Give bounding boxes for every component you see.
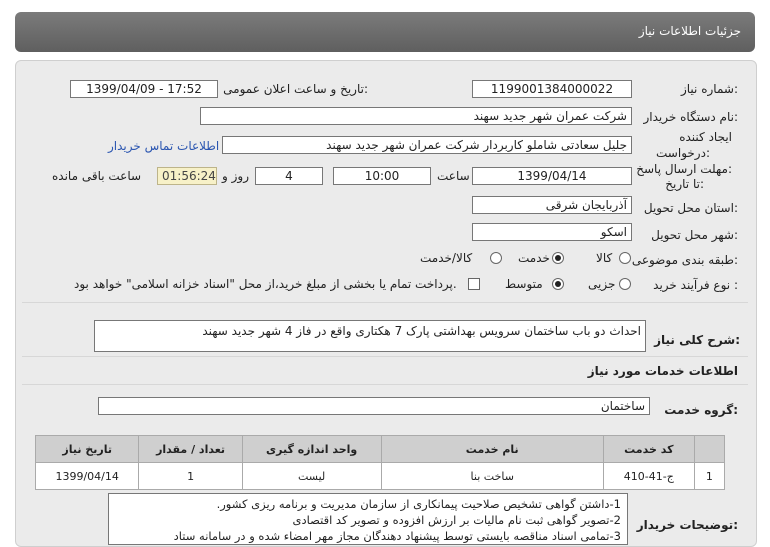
col-header-code: کد خدمت — [602, 435, 695, 463]
announce-label: تاریخ و ساعت اعلان عمومی: — [223, 82, 368, 96]
need-number-label: شماره نیاز: — [680, 82, 738, 96]
days-field[interactable]: 4 — [255, 167, 323, 185]
services-section-title: اطلاعات خدمات مورد نیاز — [587, 364, 738, 378]
summary-field[interactable]: احداث دو باب ساختمان سرویس بهداشتی پارک … — [94, 320, 646, 352]
need-number-field[interactable]: 1199001384000022 — [472, 80, 632, 98]
purchase-label: نوع فرآیند خرید : — [653, 278, 738, 292]
cell-date: 1399/04/14 — [34, 462, 140, 490]
table-row[interactable]: 1 ج-41-410 ساخت بنا لیست 1 1399/04/14 — [34, 462, 726, 490]
days-label: روز و — [222, 169, 249, 183]
col-header-quantity: تعداد / مقدار — [138, 435, 243, 463]
category-service-label: خدمت — [518, 251, 550, 265]
description-line: 3-تمامی اسناد مناقصه بایستی توسط پیشنهاد… — [173, 529, 621, 543]
need-details-page: جزئیات اطلاعات نیاز شماره نیاز: 11990013… — [0, 0, 770, 547]
col-header-unit: واحد اندازه گیری — [241, 435, 382, 463]
cell-code: ج-41-410 — [602, 462, 695, 490]
service-group-label: گروه خدمت: — [664, 403, 738, 417]
col-header-name: نام خدمت — [380, 435, 604, 463]
category-goods-service-radio[interactable] — [490, 252, 502, 264]
treasury-checkbox[interactable] — [468, 278, 480, 290]
buyer-description-box[interactable]: 1-داشتن گواهی تشخیص صلاحیت پیمانکاری از … — [108, 493, 628, 545]
buyer-label: نام دستگاه خریدار: — [643, 110, 739, 124]
creator-label-line2: درخواست: — [656, 146, 710, 160]
table-header-row: کد خدمت نام خدمت واحد اندازه گیری تعداد … — [34, 435, 726, 463]
deadline-time-field[interactable]: 10:00 — [333, 167, 431, 185]
buyer-field[interactable]: شرکت عمران شهر جدید سهند — [200, 107, 632, 125]
page-header: جزئیات اطلاعات نیاز — [15, 12, 755, 52]
cell-quantity: 1 — [138, 462, 243, 490]
purchase-minor-radio[interactable] — [619, 278, 631, 290]
city-label: شهر محل تحویل: — [651, 228, 738, 242]
description-label: توضیحات خریدار: — [636, 518, 738, 532]
creator-field[interactable]: جلیل سعادتی شاملو کاربردار شرکت عمران شه… — [222, 136, 632, 154]
summary-label: شرح کلی نیاز: — [654, 333, 740, 347]
category-label: طبقه بندی موضوعی: — [631, 253, 738, 267]
services-table: کد خدمت نام خدمت واحد اندازه گیری تعداد … — [34, 435, 726, 490]
cell-index: 1 — [693, 462, 726, 490]
category-service-radio[interactable] — [552, 252, 564, 264]
deadline-date-field[interactable]: 1399/04/14 — [472, 167, 632, 185]
creator-label-line1: ایجاد کننده — [679, 130, 732, 144]
page-title: جزئیات اطلاعات نیاز — [638, 24, 741, 38]
province-field[interactable]: آذربایجان شرقی — [472, 196, 632, 214]
buyer-contact-link[interactable]: اطلاعات تماس خریدار — [108, 139, 219, 153]
cell-name: ساخت بنا — [380, 462, 604, 490]
treasury-note: پرداخت تمام یا بخشی از مبلغ خرید،از محل … — [74, 277, 457, 291]
remaining-timer: 01:56:24 — [157, 167, 217, 185]
divider — [22, 384, 748, 385]
category-goods-radio[interactable] — [619, 252, 631, 264]
description-line: 2-تصویر گواهی ثبت نام مالیات بر ارزش افز… — [292, 513, 621, 527]
purchase-minor-label: جزیی — [588, 277, 616, 291]
category-goods-label: کالا — [596, 251, 613, 265]
announce-field[interactable]: 1399/04/09 - 17:52 — [70, 80, 218, 98]
col-header-index — [693, 435, 726, 463]
deadline-label-line2: تا تاریخ: — [665, 177, 704, 191]
divider — [22, 356, 748, 357]
deadline-time-label: ساعت — [437, 169, 470, 183]
remaining-label: ساعت باقی مانده — [52, 169, 142, 183]
purchase-medium-label: متوسط — [505, 277, 543, 291]
province-label: استان محل تحویل: — [643, 201, 738, 215]
city-field[interactable]: اسکو — [472, 223, 632, 241]
divider — [22, 302, 748, 303]
description-line: 1-داشتن گواهی تشخیص صلاحیت پیمانکاری از … — [216, 497, 621, 511]
service-group-field[interactable]: ساختمان — [98, 397, 650, 415]
deadline-label-line1: مهلت ارسال پاسخ: — [636, 162, 732, 176]
cell-unit: لیست — [241, 462, 382, 490]
category-goods-service-label: کالا/خدمت — [420, 251, 473, 265]
col-header-date: تاریخ نیاز — [34, 435, 140, 463]
purchase-medium-radio[interactable] — [552, 278, 564, 290]
